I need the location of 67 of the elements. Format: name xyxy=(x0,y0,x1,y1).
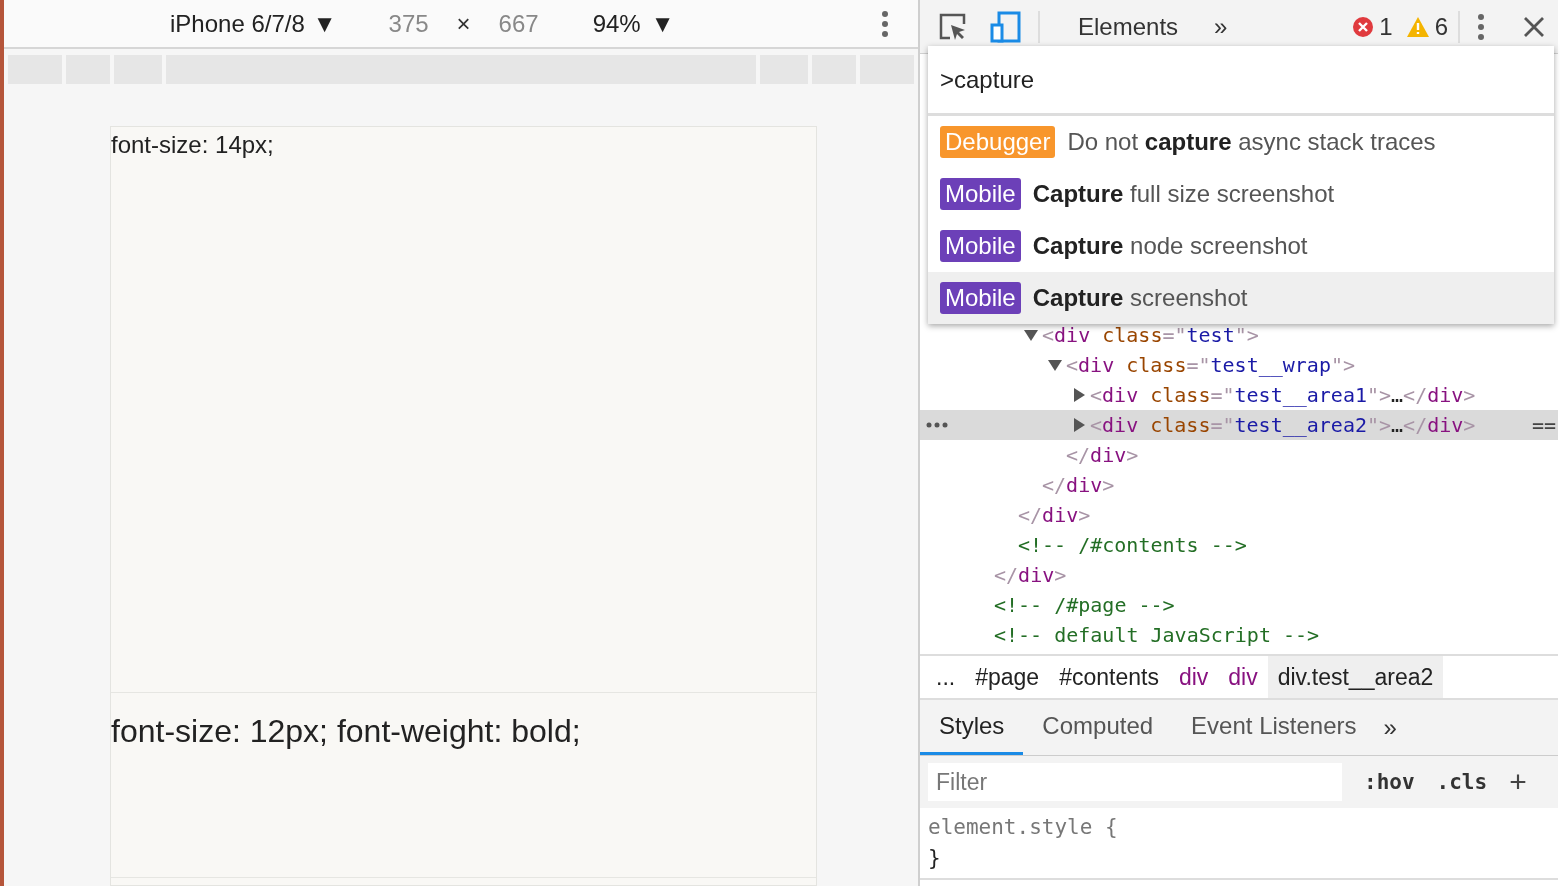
command-item[interactable]: Mobile Capture full size screenshot xyxy=(928,168,1554,220)
command-label: Capture node screenshot xyxy=(1032,232,1308,260)
html-element: <div class="test__area1">…</div> xyxy=(1090,383,1476,407)
area-text: font-size: 12px; font-weight: bold; xyxy=(111,713,581,749)
html-comment: <!-- /#contents --> xyxy=(1018,533,1247,557)
more-dots-icon[interactable] xyxy=(926,422,948,428)
selected-row[interactable]: <div class="test__area2">…</div> == xyxy=(920,410,1558,440)
html-element: <div class="test__wrap"> xyxy=(1066,353,1356,377)
breadcrumb[interactable]: div xyxy=(1218,656,1268,698)
category-badge: Mobile xyxy=(940,282,1021,314)
caret-icon[interactable]: ▼ xyxy=(312,9,337,38)
class-toggle[interactable]: .cls xyxy=(1436,770,1488,794)
command-item[interactable]: Mobile Capture screenshot xyxy=(928,272,1554,324)
command-label: Capture full size screenshot xyxy=(1032,180,1335,208)
device-icon[interactable] xyxy=(990,10,1022,43)
breadcrumb[interactable]: #page xyxy=(965,656,1050,698)
error-icon[interactable] xyxy=(1353,16,1374,37)
tree-row[interactable]: <!-- default JavaScript --> xyxy=(920,620,1558,650)
category-badge: Mobile xyxy=(940,178,1021,210)
more-menu-icon[interactable] xyxy=(1478,13,1484,40)
elements-tab[interactable]: Elements xyxy=(1070,12,1187,41)
expanded-triangle-icon[interactable] xyxy=(1024,328,1038,342)
html-comment: <!-- default JavaScript --> xyxy=(994,623,1320,647)
command-label: Capture screenshot xyxy=(1032,284,1248,312)
panel-tab[interactable]: Event Listeners xyxy=(1172,700,1376,755)
area-text: font-size: 14px; xyxy=(111,131,274,158)
more-tabs-button[interactable]: » xyxy=(1206,12,1236,41)
more-tabs-button[interactable]: » xyxy=(1375,700,1405,755)
command-label: Do not capture async stack traces xyxy=(1067,128,1436,156)
tree-row[interactable]: <!-- /#contents --> xyxy=(920,530,1558,560)
inspect-icon[interactable] xyxy=(938,11,968,42)
new-rule-button[interactable]: + xyxy=(1509,765,1527,799)
panel-tab[interactable]: Computed xyxy=(1023,700,1173,755)
command-input[interactable]: >capture xyxy=(928,46,1554,116)
closing-tag: </div> xyxy=(994,563,1067,587)
html-element: <div class="test"> xyxy=(1042,323,1259,347)
html-comment: <!-- /#page --> xyxy=(994,593,1175,617)
style-rule: element.style { } xyxy=(920,808,1558,880)
tree-row[interactable]: <div class="test__area1">…</div> xyxy=(920,380,1558,410)
more-menu-icon[interactable] xyxy=(882,10,888,37)
closing-tag: </div> xyxy=(1018,503,1091,527)
html-element: <div class="test__area2">…</div> xyxy=(1090,413,1476,437)
command-item[interactable]: Mobile Capture node screenshot xyxy=(928,220,1554,272)
selected-marker: == xyxy=(1531,413,1556,437)
breadcrumb[interactable]: ... xyxy=(926,656,966,698)
category-badge: Debugger xyxy=(940,126,1056,158)
closing-tag: </div> xyxy=(1066,443,1139,467)
tree-row[interactable]: <div class="test__wrap"> xyxy=(920,350,1558,380)
filter-field[interactable]: Filter xyxy=(928,763,1342,801)
close-icon[interactable] xyxy=(1524,16,1544,37)
error-count: 1 xyxy=(1379,12,1393,41)
breadcrumb[interactable]: div xyxy=(1168,656,1219,698)
breadcrumb[interactable]: div.test__area2 xyxy=(1267,656,1444,698)
expanded-triangle-icon[interactable] xyxy=(1048,358,1062,372)
category-badge: Mobile xyxy=(940,230,1021,262)
breadcrumb[interactable]: #contents xyxy=(1049,656,1169,698)
hover-state-toggle[interactable]: :hov xyxy=(1364,770,1415,794)
closing-tag: </div> xyxy=(1042,473,1115,497)
command-item[interactable]: Debugger Do not capture async stack traces xyxy=(928,116,1554,168)
collapsed-triangle-icon[interactable] xyxy=(1072,418,1086,432)
warning-count: 6 xyxy=(1434,12,1448,41)
zoom-select[interactable]: 94% xyxy=(592,9,641,38)
tree-row[interactable]: <!-- /#page --> xyxy=(920,590,1558,620)
times-sign: × xyxy=(456,9,471,38)
collapsed-triangle-icon[interactable] xyxy=(1072,388,1086,402)
caret-icon[interactable]: ▼ xyxy=(650,9,675,38)
device-select[interactable]: iPhone 6/7/8 xyxy=(170,9,305,38)
